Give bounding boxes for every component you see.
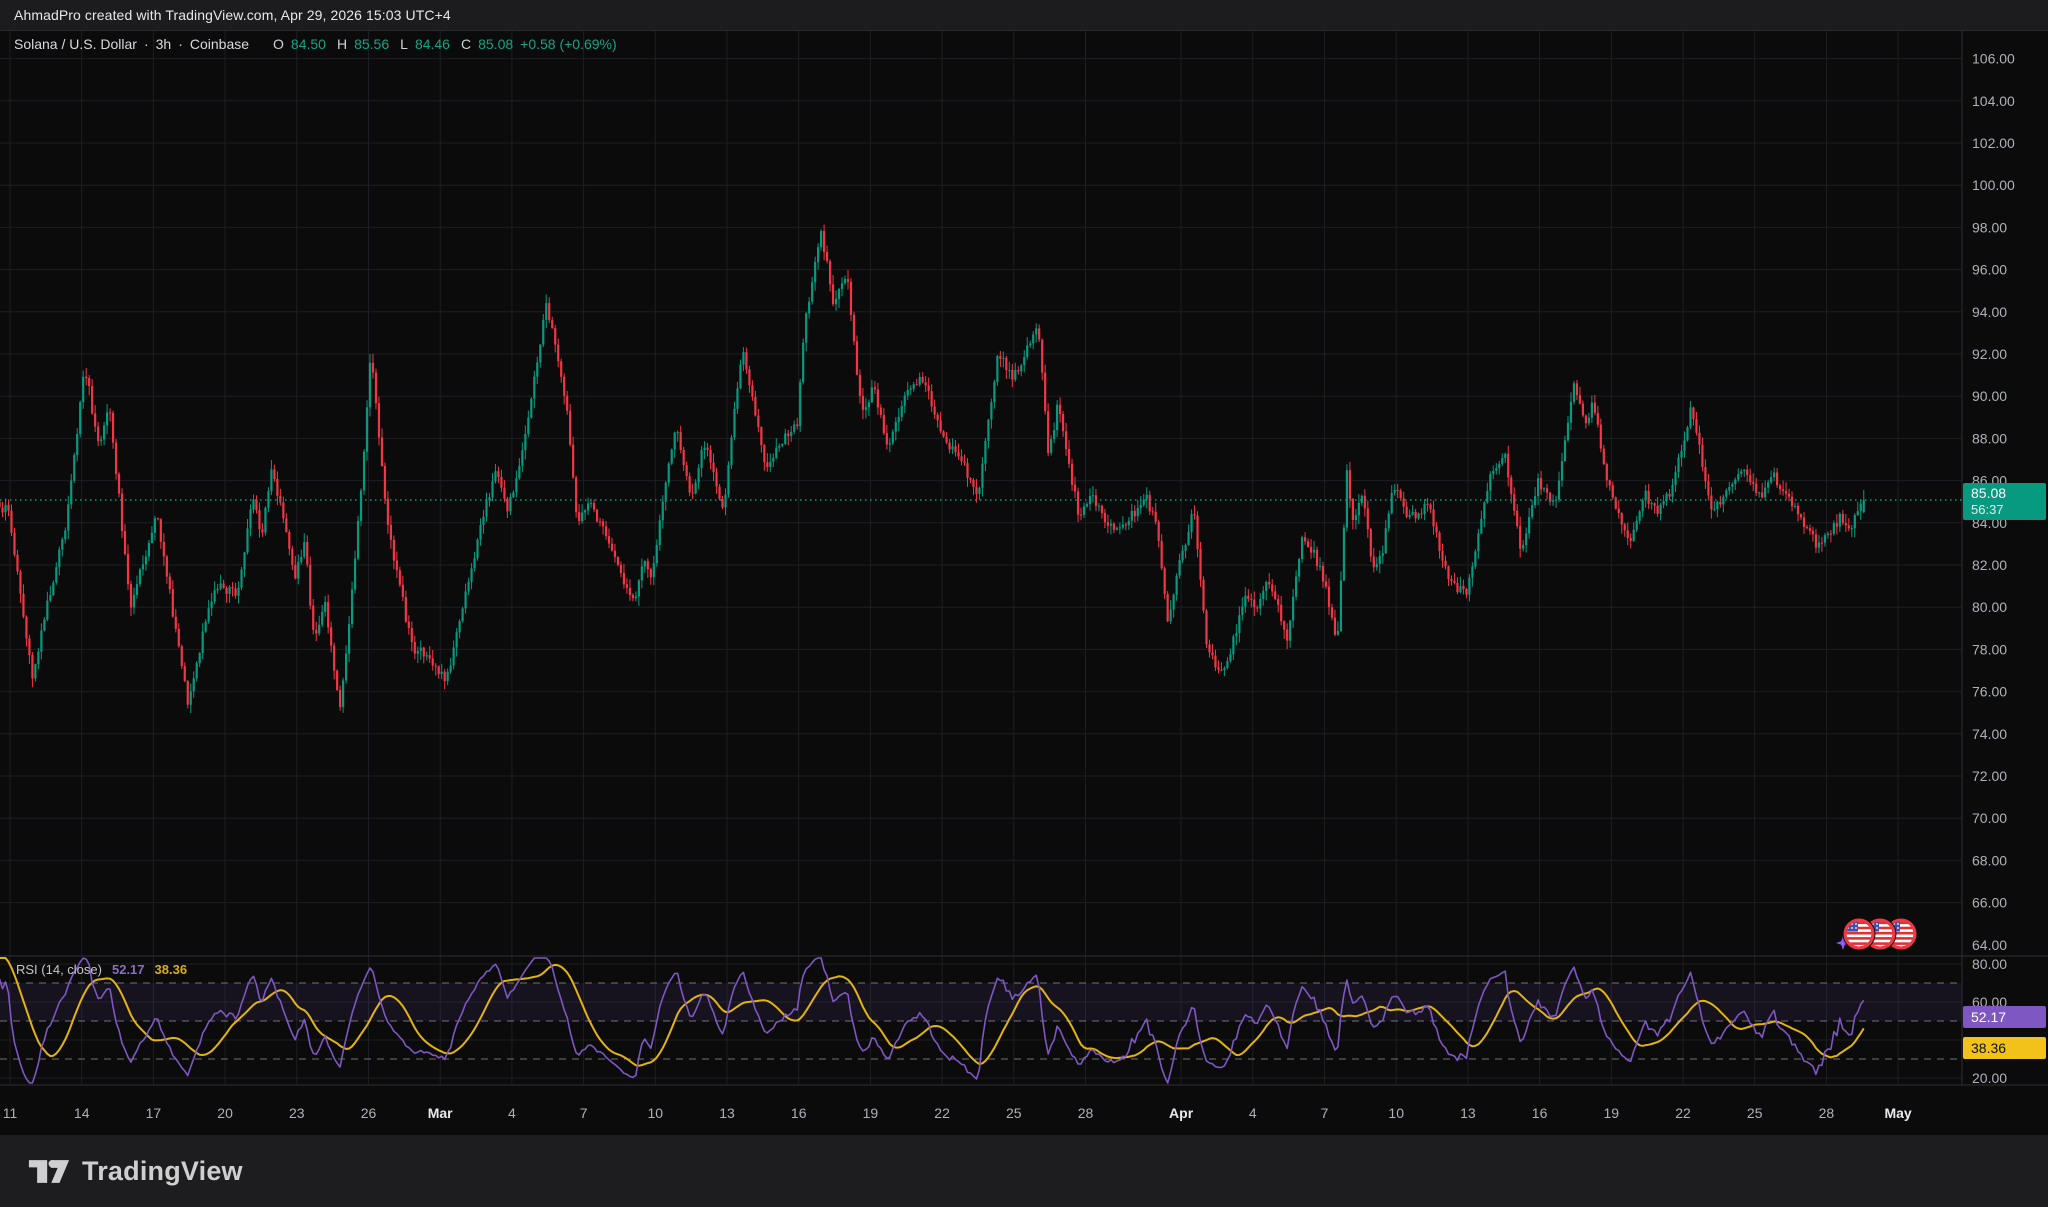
bottom-brand-bar: TradingView — [0, 1135, 2048, 1207]
svg-text:4: 4 — [1249, 1105, 1257, 1121]
legend-separator: · — [178, 36, 183, 52]
svg-text:52.17: 52.17 — [1971, 1009, 2006, 1025]
rsi-ma-badge: 38.36 — [1963, 1037, 2046, 1059]
high-value: 85.56 — [354, 36, 389, 52]
svg-text:17: 17 — [146, 1105, 162, 1121]
high-label: H — [337, 36, 347, 52]
svg-text:98.00: 98.00 — [1972, 219, 2007, 235]
candlestick-series — [0, 225, 1865, 714]
svg-text:25: 25 — [1006, 1105, 1022, 1121]
svg-text:25: 25 — [1747, 1105, 1763, 1121]
open-label: O — [273, 36, 284, 52]
svg-text:26: 26 — [361, 1105, 377, 1121]
svg-text:23: 23 — [289, 1105, 305, 1121]
svg-text:28: 28 — [1078, 1105, 1094, 1121]
svg-text:78.00: 78.00 — [1972, 641, 2007, 657]
svg-text:90.00: 90.00 — [1972, 388, 2007, 404]
change-value: +0.58 (+0.69%) — [520, 36, 617, 52]
svg-text:100.00: 100.00 — [1972, 177, 2015, 193]
svg-text:May: May — [1884, 1105, 1911, 1121]
svg-text:94.00: 94.00 — [1972, 304, 2007, 320]
svg-text:85.08: 85.08 — [1971, 485, 2006, 501]
svg-text:56:37: 56:37 — [1971, 502, 2004, 517]
attribution-bar: AhmadPro created with TradingView.com, A… — [0, 0, 2048, 31]
svg-text:16: 16 — [1532, 1105, 1548, 1121]
svg-text:92.00: 92.00 — [1972, 346, 2007, 362]
svg-text:66.00: 66.00 — [1972, 895, 2007, 911]
svg-text:19: 19 — [1604, 1105, 1620, 1121]
rsi-title[interactable]: RSI (14, close) — [16, 962, 102, 977]
svg-text:28: 28 — [1819, 1105, 1835, 1121]
svg-text:11: 11 — [3, 1105, 18, 1121]
event-flag-icon[interactable] — [1843, 918, 1876, 951]
svg-text:72.00: 72.00 — [1972, 768, 2007, 784]
svg-text:88.00: 88.00 — [1972, 430, 2007, 446]
svg-text:70.00: 70.00 — [1972, 810, 2007, 826]
attribution-text: AhmadPro created with TradingView.com, A… — [0, 7, 451, 23]
rsi-ma-value: 38.36 — [155, 962, 188, 977]
svg-text:Mar: Mar — [428, 1105, 453, 1121]
svg-text:4: 4 — [508, 1105, 516, 1121]
svg-text:106.00: 106.00 — [1972, 51, 2015, 67]
exchange-label[interactable]: Coinbase — [190, 36, 249, 52]
svg-text:10: 10 — [648, 1105, 664, 1121]
svg-text:22: 22 — [934, 1105, 950, 1121]
low-label: L — [400, 36, 408, 52]
tradingview-logo[interactable]: TradingView — [0, 1156, 243, 1187]
svg-text:20.00: 20.00 — [1972, 1070, 2007, 1086]
event-markers[interactable] — [1836, 918, 1918, 951]
open-value: 84.50 — [291, 36, 326, 52]
legend-separator: · — [144, 36, 149, 52]
time-axis[interactable]: 11 14 17 20 23 26 Mar 4 7 10 13 16 19 22 25 28 Apr 4 7 10 13… — [3, 1105, 1912, 1121]
close-value: 85.08 — [478, 36, 513, 52]
svg-text:13: 13 — [1460, 1105, 1476, 1121]
svg-text:38.36: 38.36 — [1971, 1040, 2006, 1056]
svg-text:10: 10 — [1388, 1105, 1404, 1121]
rsi-value: 52.17 — [112, 962, 145, 977]
symbol-legend[interactable]: Solana / U.S. Dollar · 3h · Coinbase O 8… — [14, 36, 617, 52]
svg-text:16: 16 — [791, 1105, 807, 1121]
svg-text:96.00: 96.00 — [1972, 262, 2007, 278]
low-value: 84.46 — [415, 36, 450, 52]
svg-text:7: 7 — [1321, 1105, 1329, 1121]
tradingview-logo-icon — [28, 1158, 70, 1185]
svg-text:22: 22 — [1675, 1105, 1691, 1121]
symbol-title[interactable]: Solana / U.S. Dollar — [14, 36, 137, 52]
svg-text:Apr: Apr — [1169, 1105, 1194, 1121]
svg-text:74.00: 74.00 — [1972, 726, 2007, 742]
svg-text:64.00: 64.00 — [1972, 937, 2007, 953]
brand-name: TradingView — [82, 1156, 243, 1187]
grid — [0, 31, 1962, 1084]
rsi-badge: 52.17 — [1963, 1006, 2046, 1028]
tradingview-snapshot: { "top_bar": { "text": "AhmadPro created… — [0, 0, 2048, 1207]
svg-text:19: 19 — [863, 1105, 879, 1121]
svg-text:80.00: 80.00 — [1972, 599, 2007, 615]
price-axis[interactable]: 106.00 104.00 102.00 100.00 98.00 96.00 94.00 9… — [1972, 51, 2015, 1086]
chart-canvas[interactable]: 106.00 104.00 102.00 100.00 98.00 96.00 94.00 9… — [0, 0, 2048, 1207]
svg-text:14: 14 — [74, 1105, 90, 1121]
svg-text:80.00: 80.00 — [1972, 956, 2007, 972]
svg-text:82.00: 82.00 — [1972, 557, 2007, 573]
svg-text:104.00: 104.00 — [1972, 93, 2015, 109]
price-badge: 85.0856:37 — [1963, 483, 2046, 520]
close-label: C — [461, 36, 471, 52]
rsi-legend[interactable]: RSI (14, close) 52.17 38.36 — [16, 962, 187, 977]
svg-text:13: 13 — [719, 1105, 735, 1121]
svg-text:20: 20 — [217, 1105, 233, 1121]
svg-text:102.00: 102.00 — [1972, 135, 2015, 151]
svg-text:76.00: 76.00 — [1972, 684, 2007, 700]
svg-text:68.00: 68.00 — [1972, 852, 2007, 868]
svg-text:7: 7 — [580, 1105, 588, 1121]
interval-label[interactable]: 3h — [156, 36, 172, 52]
